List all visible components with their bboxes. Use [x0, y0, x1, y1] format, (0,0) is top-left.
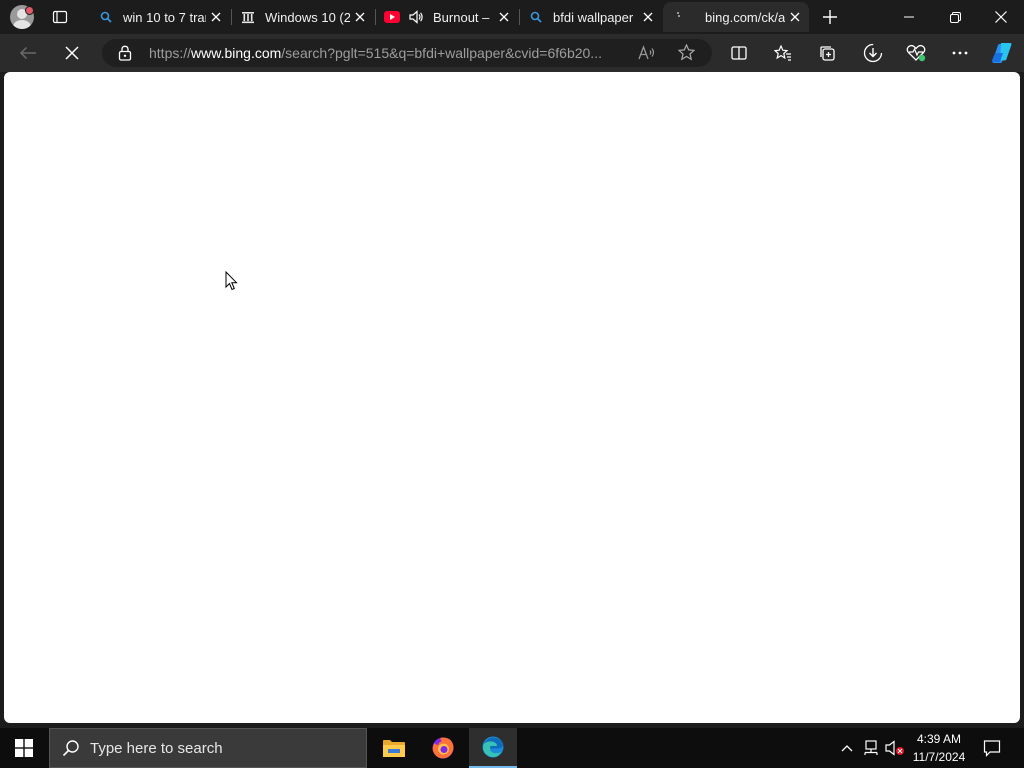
tab-close-button[interactable]: [494, 7, 514, 27]
tab-title: Windows 10 (2): [265, 9, 350, 25]
tab-actions-button[interactable]: [46, 4, 74, 30]
collections-button[interactable]: [811, 38, 843, 68]
tab-title: win 10 to 7 trar: [123, 9, 206, 25]
search-placeholder: Type here to search: [90, 739, 223, 757]
restore-button[interactable]: [932, 0, 978, 34]
taskbar-search-box[interactable]: Type here to search: [49, 728, 367, 768]
url-text[interactable]: https://www.bing.com/search?pglt=515&q=b…: [149, 45, 619, 61]
stop-icon: [65, 46, 79, 60]
bing-search-icon: [98, 9, 114, 25]
windows-logo-icon: [15, 739, 33, 757]
archive-icon: [240, 9, 256, 25]
tab-5-active[interactable]: bing.com/ck/a?: [663, 2, 809, 32]
close-icon: [355, 12, 365, 22]
action-center-button[interactable]: [980, 736, 1004, 760]
tab-title: bfdi wallpaper: [553, 9, 634, 25]
loading-icon: [671, 9, 687, 25]
url-path: /search?pglt=515&q=bfdi+wallpaper&cvid=6…: [281, 45, 602, 61]
mouse-cursor-icon: [225, 271, 238, 291]
file-explorer-icon: [383, 740, 405, 757]
taskbar-firefox[interactable]: [419, 728, 467, 768]
tab-close-button[interactable]: [638, 7, 658, 27]
close-icon: [995, 11, 1007, 23]
tab-3[interactable]: Burnout –: [376, 2, 518, 32]
favorites-list-icon: [774, 45, 791, 61]
split-screen-button[interactable]: [723, 38, 755, 68]
chevron-up-icon: [841, 745, 853, 752]
tab-2[interactable]: Windows 10 (2): [232, 2, 374, 32]
tab-title: Burnout –: [433, 9, 490, 25]
more-dots-icon: [952, 51, 968, 55]
volume-muted-icon: [885, 740, 904, 756]
browser-essentials-button[interactable]: [900, 38, 932, 68]
volume-button[interactable]: [885, 738, 905, 758]
tab-1[interactable]: win 10 to 7 trar: [90, 2, 230, 32]
collections-icon: [819, 45, 835, 61]
tab-close-button[interactable]: [206, 7, 226, 27]
show-hidden-icons-button[interactable]: [837, 738, 857, 758]
taskbar-edge[interactable]: [469, 728, 517, 768]
network-status-button[interactable]: [861, 738, 881, 758]
plus-icon: [823, 10, 837, 24]
close-icon: [499, 12, 509, 22]
close-icon: [211, 12, 221, 22]
lock-icon[interactable]: [118, 45, 132, 66]
close-icon: [790, 12, 800, 22]
tab-close-button[interactable]: [350, 7, 370, 27]
youtube-icon: [384, 9, 400, 25]
settings-more-button[interactable]: [944, 38, 976, 68]
profile-badge: [25, 6, 34, 15]
new-tab-button[interactable]: [816, 4, 844, 30]
tab-actions-icon: [52, 10, 68, 24]
search-icon: [62, 739, 80, 757]
tab-title: bing.com/ck/a?: [705, 9, 785, 25]
notification-icon: [983, 740, 1001, 757]
minimize-button[interactable]: [886, 0, 932, 34]
favorite-star-icon[interactable]: [677, 43, 696, 66]
tab-close-button[interactable]: [785, 7, 805, 27]
close-window-button[interactable]: [978, 0, 1024, 34]
downloads-button[interactable]: [857, 38, 889, 68]
back-button[interactable]: [12, 38, 44, 68]
back-arrow-icon: [19, 46, 36, 60]
address-bar[interactable]: https://www.bing.com/search?pglt=515&q=b…: [102, 39, 712, 67]
firefox-icon: [432, 737, 454, 759]
network-icon: [864, 740, 878, 755]
url-host: www.bing.com: [191, 45, 282, 61]
restore-icon: [949, 11, 961, 23]
clock-time: 4:39 AM: [916, 732, 962, 746]
url-scheme: https://: [149, 45, 192, 61]
copilot-icon: [991, 43, 1012, 63]
heart-pulse-icon: [906, 44, 926, 62]
speaker-icon[interactable]: [408, 9, 424, 25]
start-button[interactable]: [0, 728, 48, 768]
clock-date: 11/7/2024: [912, 750, 966, 764]
stop-loading-button[interactable]: [56, 38, 88, 68]
bing-search-icon: [528, 9, 544, 25]
read-aloud-icon[interactable]: [638, 45, 656, 66]
profile-button[interactable]: [8, 4, 36, 30]
minimize-icon: [904, 16, 914, 18]
taskbar: Type here to search 4:39 AM 11/7/2024: [0, 728, 1024, 768]
tab-4[interactable]: bfdi wallpaper: [520, 2, 662, 32]
close-icon: [643, 12, 653, 22]
title-bar: win 10 to 7 trar Windows 10 (2) Burnout …: [0, 0, 1024, 34]
favorites-button[interactable]: [767, 38, 799, 68]
edge-icon: [482, 736, 504, 758]
page-viewport[interactable]: [4, 72, 1020, 723]
split-screen-icon: [731, 46, 747, 60]
download-icon: [863, 43, 883, 63]
system-clock[interactable]: 4:39 AM 11/7/2024: [908, 730, 970, 766]
taskbar-file-explorer[interactable]: [370, 728, 418, 768]
copilot-button[interactable]: [986, 38, 1018, 68]
